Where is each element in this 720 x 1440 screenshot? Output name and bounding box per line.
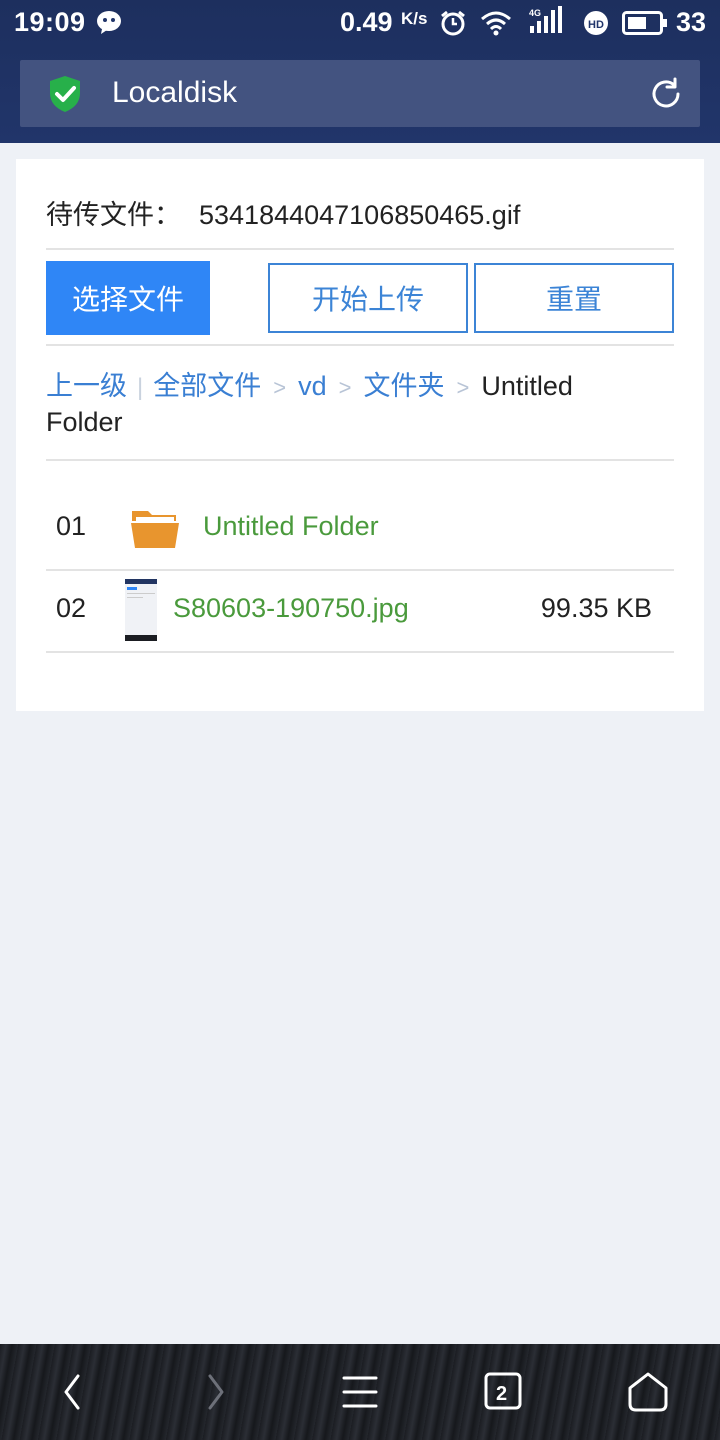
net-speed-unit: K/s — [401, 9, 428, 28]
back-icon[interactable] — [58, 1368, 86, 1421]
breadcrumb-separator: > — [456, 375, 470, 400]
file-name[interactable]: Untitled Folder — [203, 511, 379, 542]
divider — [46, 651, 674, 653]
alarm-icon — [439, 9, 467, 44]
breadcrumb-separator: > — [338, 375, 352, 400]
reset-button[interactable]: 重置 — [474, 263, 674, 333]
file-index: 02 — [56, 593, 87, 623]
net-speed: 0.49 — [340, 7, 393, 37]
battery-level: 33 — [676, 7, 707, 37]
divider — [46, 344, 674, 346]
shield-check-icon[interactable] — [48, 74, 82, 119]
file-row[interactable]: 02 S80603-190750.jpg 99.35 KB — [46, 569, 674, 651]
browser-header: 19:09 0.49 K/s 4G HD 33 Localdisk — [0, 0, 720, 143]
divider — [46, 459, 674, 461]
file-index: 01 — [56, 511, 87, 541]
image-thumbnail — [125, 579, 157, 646]
folder-icon — [130, 507, 180, 554]
wechat-icon — [96, 9, 124, 42]
tabs-icon[interactable]: 2 — [484, 1372, 524, 1417]
site-title[interactable]: Localdisk — [112, 76, 237, 110]
signal-icon: 4G — [527, 6, 567, 43]
wifi-icon — [480, 9, 512, 44]
status-time: 19:09 — [14, 7, 86, 37]
breadcrumb-folder[interactable]: 文件夹 — [363, 371, 444, 402]
hd-icon: HD — [582, 9, 610, 44]
breadcrumb: 上一级 | 全部文件 > vd > 文件夹 > Untitled Folder — [46, 369, 646, 439]
breadcrumb-separator: > — [273, 375, 287, 400]
pending-label: 待传文件： — [46, 200, 181, 231]
pending-file-name: 5341844047106850465.gif — [199, 200, 521, 230]
home-icon[interactable] — [626, 1370, 670, 1419]
divider — [46, 248, 674, 250]
tab-count: 2 — [496, 1383, 507, 1405]
browser-bottom-nav: 2 — [0, 1344, 720, 1440]
breadcrumb-up-link[interactable]: 上一级 — [46, 371, 127, 402]
address-bar[interactable]: Localdisk — [20, 60, 700, 127]
file-row[interactable]: 01 Untitled Folder — [46, 487, 674, 569]
file-manager-panel: 待传文件： 5341844047106850465.gif 选择文件 开始上传 重… — [16, 159, 704, 711]
file-size: 99.35 KB — [540, 593, 652, 623]
select-file-button[interactable]: 选择文件 — [46, 261, 210, 335]
start-upload-button[interactable]: 开始上传 — [268, 263, 468, 333]
reload-icon[interactable] — [648, 76, 684, 117]
battery-icon — [622, 11, 668, 42]
breadcrumb-vd[interactable]: vd — [298, 371, 327, 401]
menu-icon[interactable] — [340, 1368, 380, 1421]
status-bar: 19:09 0.49 K/s 4G HD 33 — [0, 0, 720, 46]
network-type: 4G — [529, 8, 541, 18]
svg-text:HD: HD — [588, 19, 604, 31]
pending-file-row: 待传文件： 5341844047106850465.gif — [46, 193, 520, 232]
breadcrumb-divider: | — [137, 374, 144, 401]
forward-icon[interactable] — [202, 1368, 230, 1421]
breadcrumb-all-files[interactable]: 全部文件 — [153, 371, 261, 402]
file-name[interactable]: S80603-190750.jpg — [173, 593, 409, 624]
